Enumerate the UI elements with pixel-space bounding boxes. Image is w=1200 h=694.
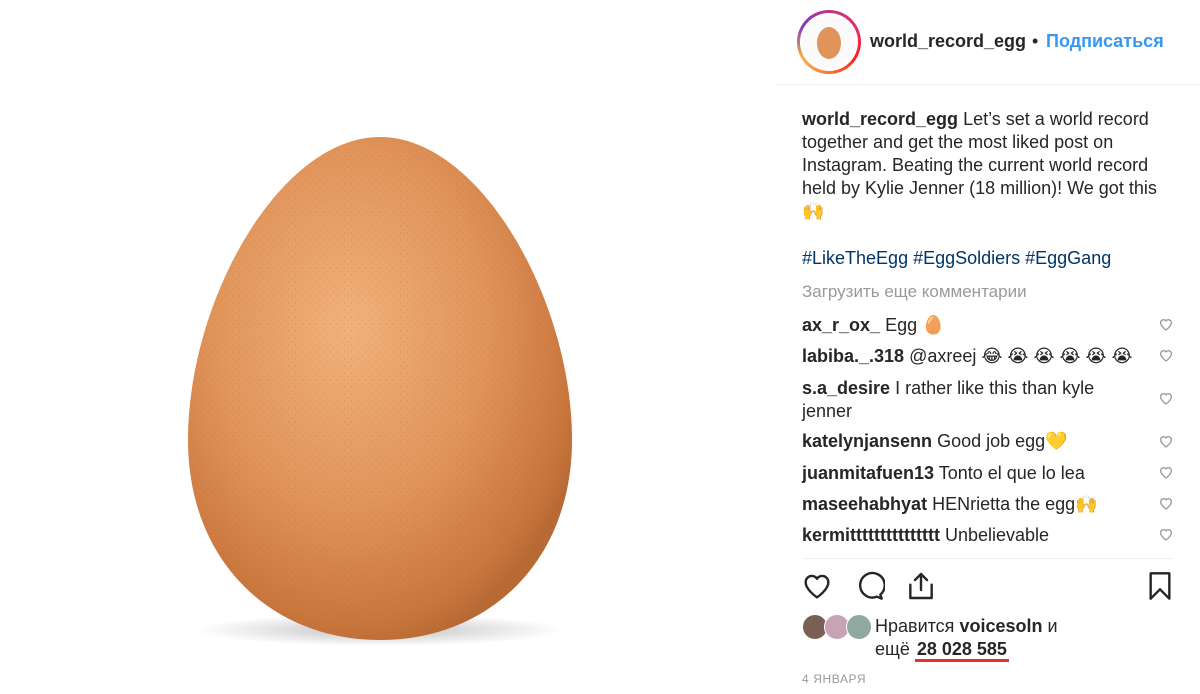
comment: labiba._.318 @axreej 😂 😭 😭 😭 😭 😭 <box>802 345 1162 368</box>
comment-text: Egg 🥚 <box>885 315 945 335</box>
avatar <box>846 614 872 640</box>
comment-heart-icon[interactable] <box>1158 390 1174 406</box>
comment: ax_r_ox_ Egg 🥚 <box>802 314 1162 337</box>
comment: katelynjansenn Good job egg💛 <box>802 430 1162 453</box>
comment: kermittttttttttttttt Unbelievable <box>802 524 1162 547</box>
divider <box>802 558 1174 559</box>
comment-heart-icon[interactable] <box>1158 495 1174 511</box>
liker-username[interactable]: voicesoln <box>959 616 1042 636</box>
comment-text: Unbelievable <box>944 525 1050 545</box>
comment-heart-icon[interactable] <box>1158 433 1174 449</box>
post-sidebar: world_record_egg • Подписаться world_rec… <box>776 0 1200 694</box>
likes-prefix: Нравится <box>875 616 955 636</box>
profile-avatar[interactable] <box>797 10 861 74</box>
comment-username[interactable]: kermittttttttttttttt <box>802 525 940 545</box>
likes-joiner: и <box>1047 616 1058 636</box>
comment: s.a_desire I rather like this than kyle … <box>802 377 1132 423</box>
comment-text: HENrietta the egg🙌 <box>932 494 1098 514</box>
comment-heart-icon[interactable] <box>1158 464 1174 480</box>
bookmark-icon[interactable] <box>1144 570 1176 602</box>
post-date[interactable]: 4 ЯНВАРЯ <box>802 672 866 686</box>
comment-bubble-icon[interactable] <box>853 570 885 602</box>
post-photo[interactable] <box>0 0 775 694</box>
comment-text: Good job egg💛 <box>937 431 1068 451</box>
post-header: world_record_egg • Подписаться <box>776 0 1200 85</box>
separator-dot: • <box>1032 31 1039 51</box>
egg-avatar-icon <box>817 27 841 59</box>
share-icon[interactable] <box>905 570 937 602</box>
likes-count[interactable]: 28 028 585 <box>914 639 1009 662</box>
comment-username[interactable]: katelynjansenn <box>802 431 932 451</box>
comment-heart-icon[interactable] <box>1158 316 1174 332</box>
comment-username[interactable]: juanmitafuen13 <box>802 463 934 483</box>
comment-heart-icon[interactable] <box>1158 526 1174 542</box>
egg-image <box>188 137 572 646</box>
comment-username[interactable]: labiba._.318 <box>802 346 904 366</box>
likes-summary: Нравится voicesoln и ещё 28 028 585 <box>875 615 1095 662</box>
comment-text: Tonto el que lo lea <box>938 463 1085 483</box>
comment: maseehabhyat HENrietta the egg🙌 <box>802 493 1162 516</box>
likes-more: ещё <box>875 639 910 659</box>
comment-heart-icon[interactable] <box>1158 347 1174 363</box>
heart-icon[interactable] <box>801 570 833 602</box>
comment-text: @axreej 😂 😭 😭 😭 😭 😭 <box>909 346 1133 366</box>
likers-avatars[interactable] <box>802 614 882 640</box>
post-caption: world_record_egg Let’s set a world recor… <box>802 108 1182 223</box>
comment-username[interactable]: ax_r_ox_ <box>802 315 880 335</box>
load-more-comments[interactable]: Загрузить еще комментарии <box>802 282 1027 302</box>
hashtags[interactable]: #LikeTheEgg #EggSoldiers #EggGang <box>802 248 1111 269</box>
comment-username[interactable]: s.a_desire <box>802 378 890 398</box>
follow-button[interactable]: Подписаться <box>1046 31 1164 52</box>
header-username[interactable]: world_record_egg <box>870 31 1026 52</box>
comment-username[interactable]: maseehabhyat <box>802 494 927 514</box>
caption-username[interactable]: world_record_egg <box>802 109 958 129</box>
comment: juanmitafuen13 Tonto el que lo lea <box>802 462 1162 485</box>
